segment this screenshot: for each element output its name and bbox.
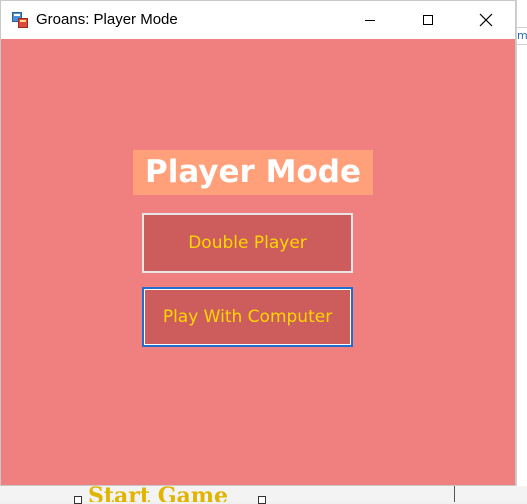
close-button[interactable] xyxy=(457,1,515,39)
app-icon xyxy=(12,12,28,28)
maximize-button[interactable] xyxy=(399,1,457,39)
background-divider xyxy=(454,486,455,502)
close-icon xyxy=(479,13,493,27)
double-player-button[interactable]: Double Player xyxy=(142,213,353,273)
background-app-fragment: m xyxy=(517,27,527,45)
designer-resize-handle xyxy=(74,496,82,504)
minimize-icon xyxy=(365,20,375,21)
play-with-computer-button[interactable]: Play With Computer xyxy=(142,287,353,347)
background-app-edge xyxy=(516,0,527,502)
player-mode-window: Groans: Player Mode Player Mode Double P… xyxy=(0,0,516,486)
page-title: Player Mode xyxy=(133,150,373,195)
minimize-button[interactable] xyxy=(341,1,399,39)
maximize-icon xyxy=(423,15,433,25)
title-bar[interactable]: Groans: Player Mode xyxy=(1,1,515,39)
window-title: Groans: Player Mode xyxy=(36,11,178,28)
designer-resize-handle xyxy=(258,496,266,504)
